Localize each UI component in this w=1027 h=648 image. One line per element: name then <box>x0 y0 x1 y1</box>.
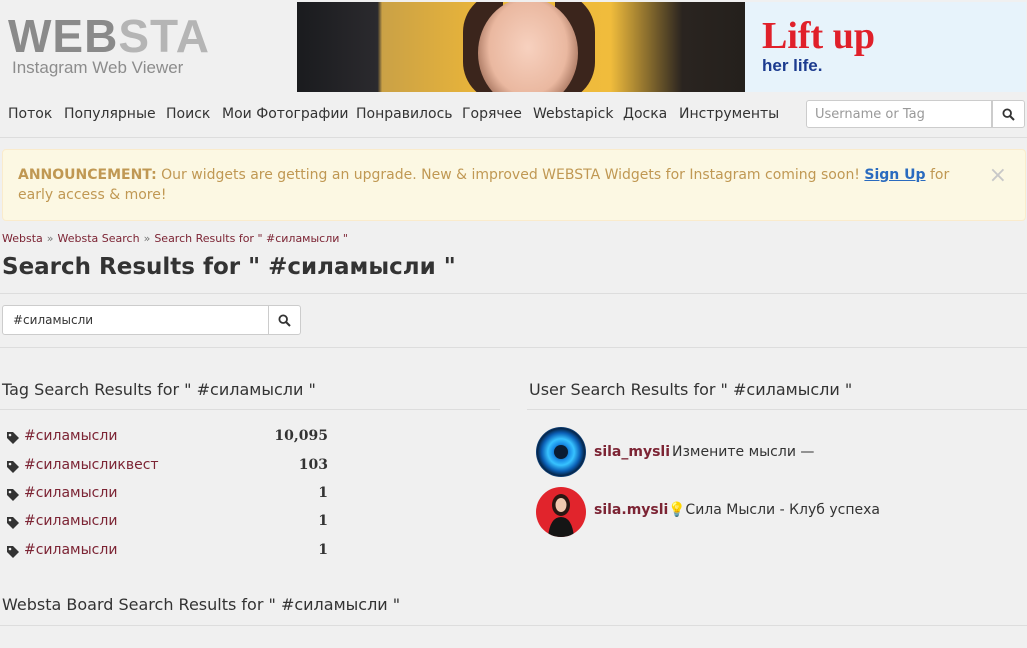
tag-count: 103 <box>298 457 328 473</box>
divider <box>0 347 1027 348</box>
breadcrumb-separator: » <box>46 232 54 245</box>
ad-text-panel: Lift up her life. <box>745 2 1026 92</box>
tag-link[interactable]: #силамысли <box>24 513 117 529</box>
tag-link[interactable]: #силамысли <box>24 485 117 501</box>
main-search-input[interactable] <box>2 305 269 335</box>
search-icon <box>1002 107 1015 121</box>
tag-icon <box>7 489 19 501</box>
tag-icon <box>7 432 19 444</box>
nav-item-feed[interactable]: Поток <box>8 106 52 122</box>
tag-count: 1 <box>318 542 328 558</box>
page-title: Search Results for " #силамысли " <box>2 254 456 280</box>
websta-logo[interactable]: WEBSTA Instagram Web Viewer <box>8 12 210 78</box>
nav-item-popular[interactable]: Популярные <box>64 106 156 122</box>
main-search <box>2 305 301 335</box>
tag-result-row: #силамысли 10,095 <box>6 428 328 448</box>
tag-link[interactable]: #силамысликвест <box>24 457 159 473</box>
nav-item-tools[interactable]: Инструменты <box>679 106 779 122</box>
username-link[interactable]: sila_mysli <box>594 444 670 460</box>
nav-item-liked[interactable]: Понравилось <box>356 106 453 122</box>
avatar[interactable] <box>536 487 586 537</box>
search-icon <box>278 313 291 327</box>
close-icon[interactable]: × <box>989 164 1007 188</box>
tag-result-row: #силамысли 1 <box>6 513 328 533</box>
user-result-row: sila.mysli 💡Сила Мысли - Клуб успеха <box>536 487 1016 537</box>
tag-count: 1 <box>318 513 328 529</box>
nav-item-my-photos[interactable]: Мои Фотографии <box>222 106 349 122</box>
breadcrumb-item-websta[interactable]: Websta <box>2 232 43 245</box>
ad-photo <box>297 2 745 92</box>
announcement-message: Our widgets are getting an upgrade. New … <box>161 167 860 183</box>
avatar-image <box>536 487 586 537</box>
tag-count: 1 <box>318 485 328 501</box>
header: WEBSTA Instagram Web Viewer Lift up her … <box>0 0 1027 95</box>
announcement-banner: ANNOUNCEMENT: Our widgets are getting an… <box>2 149 1026 221</box>
breadcrumb-item-current[interactable]: Search Results for " #силамысли " <box>154 232 348 245</box>
user-result-row: sila_mysli Измените мысли — <box>536 427 1016 477</box>
ad-headline: Lift up <box>762 15 875 57</box>
avatar[interactable] <box>536 427 586 477</box>
tag-result-row: #силамысли 1 <box>6 542 328 562</box>
tag-count: 10,095 <box>274 428 328 444</box>
user-bio: 💡Сила Мысли - Клуб успеха <box>668 502 880 518</box>
divider <box>0 625 1027 626</box>
avatar-image <box>536 427 586 477</box>
breadcrumb: Websta» Websta Search» Search Results for … <box>2 232 348 245</box>
logo-subtitle: Instagram Web Viewer <box>12 58 184 77</box>
nav-item-hot[interactable]: Горячее <box>462 106 522 122</box>
tag-icon <box>7 546 19 558</box>
divider <box>527 409 1027 410</box>
breadcrumb-separator: » <box>143 232 151 245</box>
divider <box>0 293 1027 294</box>
ad-banner[interactable]: Lift up her life. <box>297 2 1026 92</box>
nav-item-board[interactable]: Доска <box>623 106 667 122</box>
logo-text-web: WEB <box>8 10 119 62</box>
nav-item-search[interactable]: Поиск <box>166 106 210 122</box>
announcement-label: ANNOUNCEMENT: <box>18 167 157 183</box>
nav-search-input[interactable] <box>806 100 992 128</box>
tag-results-title: Tag Search Results for " #силамысли " <box>2 380 316 399</box>
ad-photo-face <box>478 2 578 92</box>
breadcrumb-item-search[interactable]: Websta Search <box>58 232 140 245</box>
board-results-title: Websta Board Search Results for " #силам… <box>2 595 401 614</box>
main-search-button[interactable] <box>268 305 301 335</box>
tag-icon <box>7 461 19 473</box>
nav-search <box>806 100 1025 130</box>
signup-link[interactable]: Sign Up <box>864 167 925 183</box>
divider <box>0 409 500 410</box>
nav-item-webstapick[interactable]: Webstapick <box>533 106 613 122</box>
nav-search-button[interactable] <box>992 100 1025 128</box>
tag-link[interactable]: #силамысли <box>24 542 117 558</box>
tag-result-row: #силамысликвест 103 <box>6 457 328 477</box>
ad-subline: her life. <box>762 56 823 75</box>
tag-result-row: #силамысли 1 <box>6 485 328 505</box>
main-nav: Поток Популярные Поиск Мои Фотографии По… <box>0 95 1027 138</box>
user-bio: Измените мысли — <box>672 444 815 460</box>
announcement-text: ANNOUNCEMENT: Our widgets are getting an… <box>18 165 978 205</box>
tag-link[interactable]: #силамысли <box>24 428 117 444</box>
tag-icon <box>7 517 19 529</box>
user-results-title: User Search Results for " #силамысли " <box>529 380 853 399</box>
username-link[interactable]: sila.mysli <box>594 502 668 518</box>
logo-text-sta: STA <box>118 10 210 62</box>
